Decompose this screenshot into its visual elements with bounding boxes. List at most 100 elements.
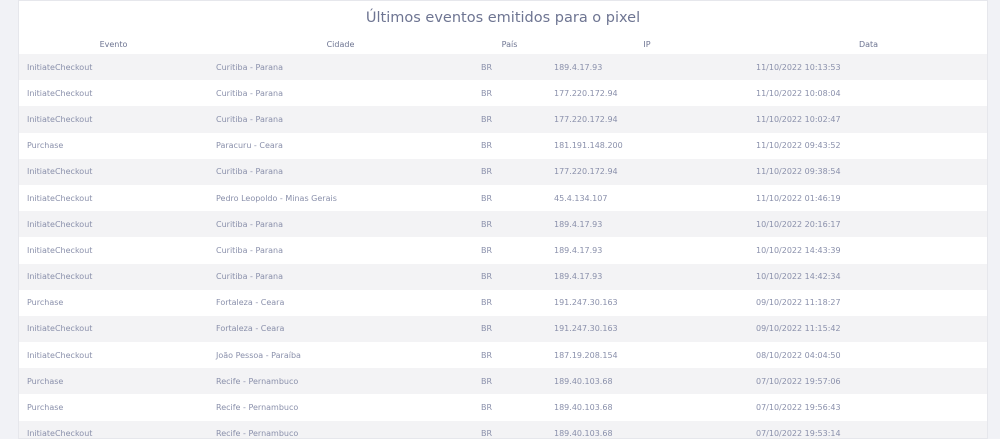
city-cell: Curitiba - Parana: [208, 263, 473, 290]
date-cell: 10/10/2022 14:42:34: [748, 263, 987, 290]
country-cell: BR: [473, 420, 546, 438]
table-row: Purchase Paracuru - Ceara BR 181.191.148.20…: [19, 132, 987, 159]
country-cell: BR: [473, 237, 546, 264]
ip-cell: 189.4.17.93: [546, 211, 748, 238]
column-header-cidade: Cidade: [326, 39, 355, 49]
table-row: InitiateCheckout João Pessoa - Paraíba BR 1…: [19, 342, 987, 369]
country-cell: BR: [473, 54, 546, 81]
column-header-ip: IP: [643, 39, 651, 49]
ip-cell: 189.4.17.93: [546, 237, 748, 264]
ip-cell: 189.40.103.68: [546, 368, 748, 395]
city-cell: Curitiba - Parana: [208, 158, 473, 185]
ip-cell: 189.4.17.93: [546, 263, 748, 290]
date-cell: 07/10/2022 19:57:06: [748, 368, 987, 395]
table-row: Purchase Fortaleza - Ceara BR 191.247.30.16…: [19, 289, 987, 316]
date-cell: 07/10/2022 19:56:43: [748, 394, 987, 421]
country-cell: BR: [473, 342, 546, 369]
column-header-evento: Evento: [99, 39, 128, 49]
date-cell: 09/10/2022 11:18:27: [748, 289, 987, 316]
ip-cell: 45.4.134.107: [546, 184, 748, 212]
city-cell: Curitiba - Parana: [208, 106, 473, 133]
country-cell: BR: [473, 368, 546, 395]
city-cell: Curitiba - Parana: [208, 54, 473, 81]
event-cell: Purchase: [19, 289, 208, 316]
event-cell: InitiateCheckout: [19, 315, 208, 343]
country-cell: BR: [473, 80, 546, 107]
column-header-data: Data: [858, 39, 879, 49]
event-cell: InitiateCheckout: [19, 342, 208, 369]
city-cell: Fortaleza - Ceara: [208, 289, 473, 316]
date-cell: 08/10/2022 04:04:50: [748, 342, 987, 369]
event-cell: Purchase: [19, 394, 208, 421]
table-row: InitiateCheckout Fortaleza - Ceara BR 191.2…: [19, 315, 987, 343]
table-header-row: Evento Cidade País IP Data: [19, 34, 987, 54]
event-cell: InitiateCheckout: [19, 158, 208, 185]
country-cell: BR: [473, 106, 546, 133]
table-row: Purchase Recife - Pernambuco BR 189.40.103.…: [19, 394, 987, 421]
event-cell: InitiateCheckout: [19, 263, 208, 290]
date-cell: 10/10/2022 14:43:39: [748, 237, 987, 264]
table-row: InitiateCheckout Curitiba - Parana BR 189.4…: [19, 211, 987, 238]
country-cell: BR: [473, 289, 546, 316]
table-row: Purchase Recife - Pernambuco BR 189.40.103.…: [19, 368, 987, 395]
event-cell: Purchase: [19, 132, 208, 159]
country-cell: BR: [473, 184, 546, 212]
table-row: InitiateCheckout Curitiba - Parana BR 189.4…: [19, 263, 987, 290]
date-cell: 11/10/2022 09:43:52: [748, 132, 987, 159]
event-cell: InitiateCheckout: [19, 184, 208, 212]
event-cell: InitiateCheckout: [19, 80, 208, 107]
event-cell: InitiateCheckout: [19, 106, 208, 133]
event-cell: InitiateCheckout: [19, 237, 208, 264]
table-row: InitiateCheckout Pedro Leopoldo - Minas G…: [19, 184, 987, 212]
ip-cell: 191.247.30.163: [546, 315, 748, 343]
events-table: Evento Cidade País IP Data InitiateCheck…: [19, 34, 987, 438]
city-cell: Curitiba - Parana: [208, 211, 473, 238]
date-cell: 11/10/2022 10:08:04: [748, 80, 987, 107]
country-cell: BR: [473, 132, 546, 159]
table-row: InitiateCheckout Curitiba - Parana BR 177.2…: [19, 158, 987, 185]
table-row: InitiateCheckout Curitiba - Parana BR 189.4…: [19, 237, 987, 264]
city-cell: Recife - Pernambuco: [208, 394, 473, 421]
ip-cell: 177.220.172.94: [546, 80, 748, 107]
city-cell: Recife - Pernambuco: [208, 420, 473, 438]
country-cell: BR: [473, 158, 546, 185]
city-cell: Curitiba - Parana: [208, 237, 473, 264]
city-cell: Pedro Leopoldo - Minas Gerais: [208, 184, 473, 212]
date-cell: 07/10/2022 19:53:14: [748, 420, 987, 438]
date-cell: 11/10/2022 10:02:47: [748, 106, 987, 133]
events-panel: Últimos eventos emitidos para o pixel Ev…: [18, 0, 988, 439]
country-cell: BR: [473, 394, 546, 421]
date-cell: 11/10/2022 10:13:53: [748, 54, 987, 81]
date-cell: 11/10/2022 01:46:19: [748, 184, 987, 212]
ip-cell: 191.247.30.163: [546, 289, 748, 316]
country-cell: BR: [473, 263, 546, 290]
city-cell: Recife - Pernambuco: [208, 368, 473, 395]
table-body: InitiateCheckout Curitiba - Parana BR 189.4…: [19, 54, 987, 438]
ip-cell: 177.220.172.94: [546, 106, 748, 133]
table-row: InitiateCheckout Curitiba - Parana BR 177.2…: [19, 106, 987, 133]
date-cell: 11/10/2022 09:38:54: [748, 158, 987, 185]
event-cell: InitiateCheckout: [19, 54, 208, 81]
table-row: InitiateCheckout Curitiba - Parana BR 189.4…: [19, 54, 987, 81]
ip-cell: 189.4.17.93: [546, 54, 748, 81]
ip-cell: 177.220.172.94: [546, 158, 748, 185]
event-cell: InitiateCheckout: [19, 420, 208, 438]
ip-cell: 189.40.103.68: [546, 394, 748, 421]
table-row: InitiateCheckout Recife - Pernambuco BR 189…: [19, 420, 987, 438]
panel-title: Últimos eventos emitidos para o pixel: [365, 10, 641, 26]
ip-cell: 189.40.103.68: [546, 420, 748, 438]
column-header-pais: País: [501, 39, 518, 49]
ip-cell: 181.191.148.200: [546, 132, 748, 159]
date-cell: 09/10/2022 11:15:42: [748, 315, 987, 343]
event-cell: Purchase: [19, 368, 208, 395]
table-row: InitiateCheckout Curitiba - Parana BR 177.2…: [19, 80, 987, 107]
city-cell: João Pessoa - Paraíba: [208, 342, 473, 369]
event-cell: InitiateCheckout: [19, 211, 208, 238]
country-cell: BR: [473, 315, 546, 343]
date-cell: 10/10/2022 20:16:17: [748, 211, 987, 238]
city-cell: Paracuru - Ceara: [208, 132, 473, 159]
city-cell: Fortaleza - Ceara: [208, 315, 473, 343]
country-cell: BR: [473, 211, 546, 238]
ip-cell: 187.19.208.154: [546, 342, 748, 369]
city-cell: Curitiba - Parana: [208, 80, 473, 107]
